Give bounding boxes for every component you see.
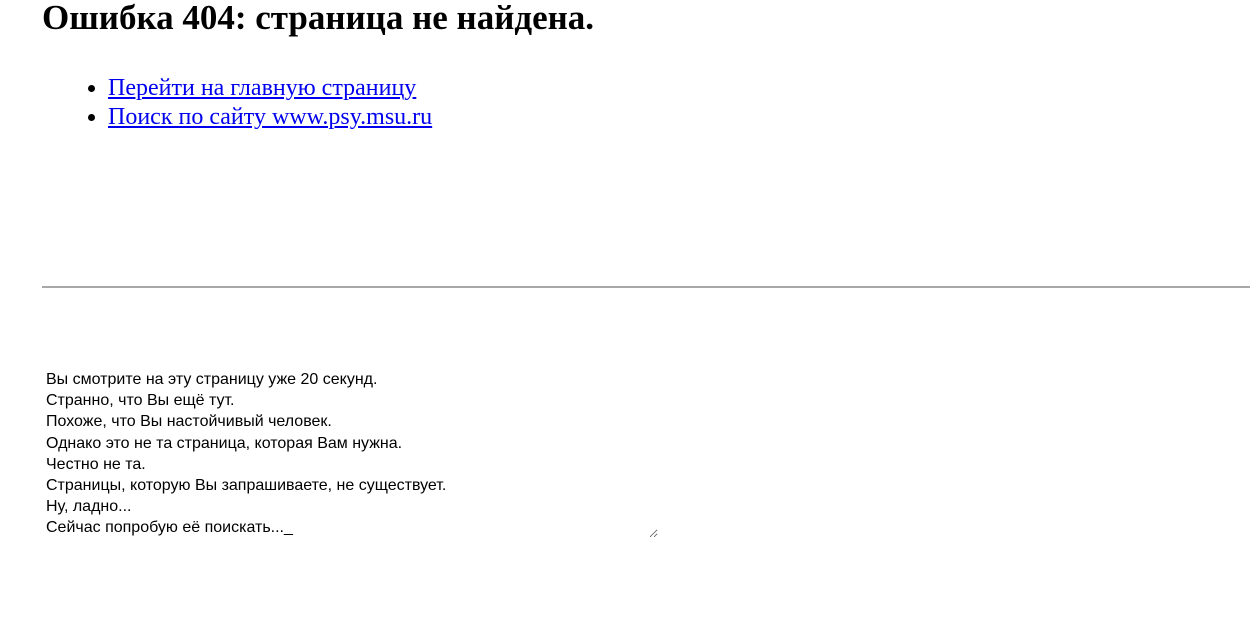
- page-title: Ошибка 404: страница не найдена.: [42, 0, 595, 37]
- links-list: Перейти на главную страницу Поиск по сай…: [78, 74, 432, 132]
- list-item: Поиск по сайту www.psy.msu.ru: [108, 103, 432, 132]
- site-search-link[interactable]: Поиск по сайту www.psy.msu.ru: [108, 104, 432, 130]
- list-item: Перейти на главную страницу: [108, 74, 432, 103]
- divider: [42, 286, 1250, 288]
- home-page-link[interactable]: Перейти на главную страницу: [108, 75, 416, 101]
- message-textarea[interactable]: [42, 366, 658, 538]
